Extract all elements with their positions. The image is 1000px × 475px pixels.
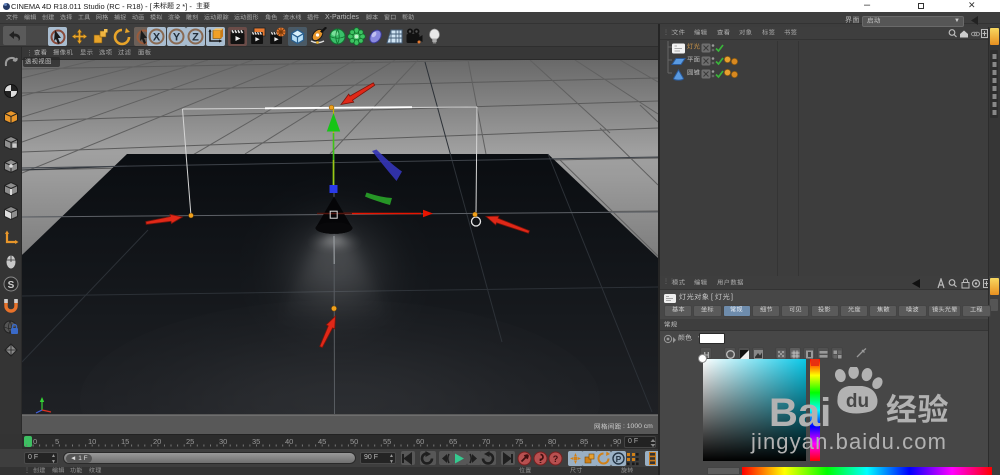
svg-text:S: S: [8, 280, 15, 291]
svg-text:X: X: [153, 31, 161, 43]
svg-text:Z: Z: [192, 31, 199, 43]
svg-text:P: P: [615, 454, 621, 464]
svg-text:Y: Y: [172, 31, 180, 43]
svg-text:?: ?: [553, 454, 559, 464]
